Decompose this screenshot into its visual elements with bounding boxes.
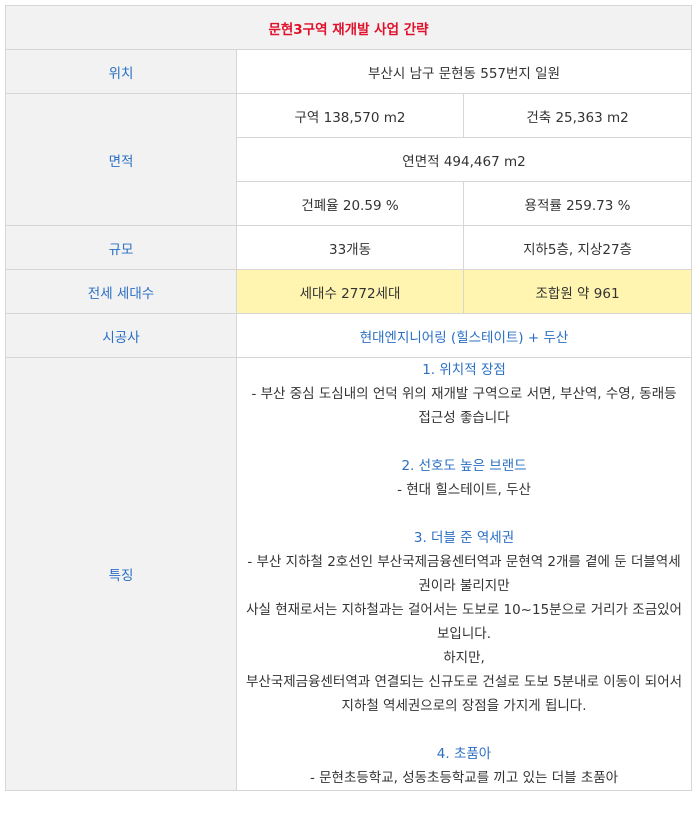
feature-brand: 2. 선호도 높은 브랜드 - 현대 힐스테이트, 두산 <box>245 454 683 502</box>
floor-area-ratio-value: 용적률 259.73 % <box>462 181 693 226</box>
feature-heading: 1. 위치적 장점 <box>422 362 506 378</box>
location-row: 위치 부산시 남구 문현동 557번지 일원 <box>5 49 693 94</box>
builder-value: 현대엔지니어링 (힐스테이트) + 두산 <box>235 313 693 358</box>
project-summary-table: 문현3구역 재개발 사업 간략 위치 부산시 남구 문현동 557번지 일원 면… <box>4 5 693 791</box>
member-count-value: 조합원 약 961 <box>462 269 693 314</box>
scale-row: 규모 33개동 지하5층, 지상27층 <box>5 225 693 270</box>
features-content: 1. 위치적 장점 - 부산 중심 도심내의 언덕 위의 재개발 구역으로 서면… <box>235 357 693 791</box>
feature-station: 3. 더블 준 역세권 - 부산 지하철 2호선인 부산국제금융센터역과 문현역… <box>245 526 683 718</box>
location-value: 부산시 남구 문현동 557번지 일원 <box>235 49 693 94</box>
location-label: 위치 <box>5 49 237 94</box>
feature-heading: 3. 더블 준 역세권 <box>413 530 515 546</box>
feature-line: - 현대 힐스테이트, 두산 <box>397 482 531 498</box>
features-label: 특징 <box>5 357 237 791</box>
feature-line: 부산국제금융센터역과 연결되는 신규도로 건설로 도보 5분내로 이동이 되어서… <box>245 674 683 714</box>
feature-line: - 부산 중심 도심내의 언덕 위의 재개발 구역으로 서면, 부산역, 수영,… <box>251 386 677 426</box>
title-row: 문현3구역 재개발 사업 간략 <box>4 5 693 50</box>
feature-heading: 4. 초품아 <box>436 746 492 762</box>
builder-label: 시공사 <box>5 313 237 358</box>
floor-count-value: 지하5층, 지상27층 <box>462 225 693 270</box>
building-count-value: 33개동 <box>236 225 464 270</box>
coverage-ratio-value: 건폐율 20.59 % <box>236 181 464 226</box>
feature-line: - 문현초등학교, 성동초등학교를 끼고 있는 더블 초품아 <box>309 770 619 786</box>
building-area-value: 건축 25,363 m2 <box>462 93 693 138</box>
feature-location: 1. 위치적 장점 - 부산 중심 도심내의 언덕 위의 재개발 구역으로 서면… <box>245 358 683 430</box>
feature-heading: 2. 선호도 높은 브랜드 <box>401 458 527 474</box>
area-label: 면적 <box>5 93 237 226</box>
feature-line: 사실 현재로서는 지하철과는 걸어서는 도보로 10~15분으로 거리가 조금있… <box>246 602 682 642</box>
area-row-1: 면적 구역 138,570 m2 건축 25,363 m2 <box>5 93 693 226</box>
scale-label: 규모 <box>5 225 237 270</box>
feature-line: - 부산 지하철 2호선인 부산국제금융센터역과 문현역 2개를 곁에 둔 더블… <box>247 554 681 594</box>
households-label: 전세 세대수 <box>5 269 237 314</box>
features-row: 특징 1. 위치적 장점 - 부산 중심 도심내의 언덕 위의 재개발 구역으로… <box>5 357 693 791</box>
total-floor-area-value: 연면적 494,467 m2 <box>235 137 693 182</box>
households-row: 전세 세대수 세대수 2772세대 조합원 약 961 <box>5 269 693 314</box>
feature-line: 하지만, <box>443 650 485 666</box>
table-title: 문현3구역 재개발 사업 간략 <box>4 5 693 50</box>
builder-row: 시공사 현대엔지니어링 (힐스테이트) + 두산 <box>5 313 693 358</box>
feature-school: 4. 초품아 - 문현초등학교, 성동초등학교를 끼고 있는 더블 초품아 <box>245 742 683 790</box>
household-count-value: 세대수 2772세대 <box>236 269 464 314</box>
zone-area-value: 구역 138,570 m2 <box>236 93 464 138</box>
